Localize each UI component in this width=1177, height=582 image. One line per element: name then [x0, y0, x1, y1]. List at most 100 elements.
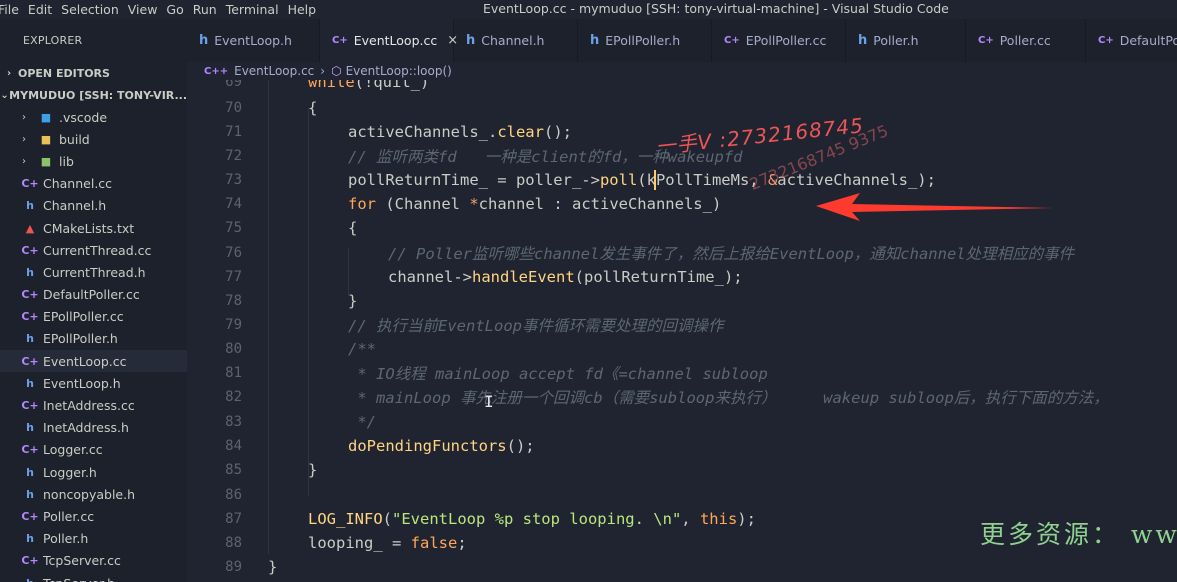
arrow-head	[816, 193, 1054, 221]
tab-label: EPollPoller.h	[605, 33, 681, 48]
line-number: 88	[225, 535, 242, 552]
menu-selection[interactable]: Selection	[61, 2, 128, 17]
mouse-ibeam-cursor-icon: I	[484, 392, 494, 411]
red-arrow-annotation	[816, 193, 1054, 221]
tree-item-currentthread-cc[interactable]: C+ CurrentThread.cc	[0, 239, 187, 261]
code-text: for (Channel *channel : activeChannels_)	[348, 195, 722, 214]
tree-item-vscode[interactable]: › ■ .vscode	[0, 106, 187, 128]
code-comment: /**	[348, 340, 376, 359]
code-text: }	[348, 292, 358, 311]
tree-item-inetaddress-cc[interactable]: C+ InetAddress.cc	[0, 394, 187, 416]
text-caret	[654, 170, 656, 190]
cpp-file-icon: C+	[21, 177, 39, 191]
header-file-icon: h	[590, 33, 600, 48]
workspace-section[interactable]: ⌄ MYMUDUO [SSH: TONY-VIR...	[0, 84, 187, 106]
header-file-icon: h	[466, 33, 476, 48]
tree-item-logger-cc[interactable]: C+ Logger.cc	[0, 439, 187, 461]
tree-item-eventloop-cc[interactable]: C+ EventLoop.cc	[0, 350, 187, 373]
tree-item-label: TcpServer.h	[43, 576, 115, 582]
tab-label: EventLoop.h	[214, 33, 292, 48]
tree-item-label: TcpServer.cc	[43, 553, 121, 569]
header-file-icon: h	[26, 332, 34, 346]
explorer-sidebar: EXPLORER › OPEN EDITORS ⌄ MYMUDUO [SSH: …	[0, 19, 187, 582]
window-title: EventLoop.cc - mymuduo [SSH: tony-virtua…	[483, 1, 949, 16]
watermark-resource: 更多资源： www	[980, 520, 1177, 549]
tree-item-build[interactable]: › ■ build	[0, 128, 187, 150]
file-tree: › ■ .vscode › ■ build › ■ lib C+ Channel.cc h Channe…	[0, 106, 187, 582]
tree-item-inetaddress-h[interactable]: h InetAddress.h	[0, 417, 187, 439]
tree-item-defaultpoller-cc[interactable]: C+ DefaultPoller.cc	[0, 284, 187, 306]
header-file-icon: h	[858, 33, 868, 48]
cpp-file-icon: C+	[21, 399, 39, 413]
tab-poller-h[interactable]: h Poller.h	[846, 19, 966, 62]
chevron-right-icon: ›	[22, 133, 26, 145]
menu-help[interactable]: Help	[288, 2, 326, 17]
chevron-right-icon: ›	[22, 111, 26, 123]
breadcrumb: C++ EventLoop.cc › ⬡ EventLoop::loop()	[187, 62, 1177, 80]
line-number: 77	[225, 269, 242, 286]
explorer-title: EXPLORER	[23, 34, 83, 47]
cpp-file-icon: C+	[21, 354, 39, 368]
menu-view[interactable]: View	[128, 2, 167, 17]
header-file-icon: h	[26, 376, 34, 390]
tab-epollpoller-h[interactable]: h EPollPoller.h	[578, 19, 712, 62]
tree-item-label: Logger.cc	[43, 442, 103, 458]
code-line: 78}	[187, 289, 1177, 313]
header-file-icon: h	[26, 421, 34, 435]
line-number: 80	[225, 341, 242, 358]
tree-item-currentthread-h[interactable]: h CurrentThread.h	[0, 261, 187, 283]
tab-epollpoller-cc[interactable]: C+ EPollPoller.cc	[712, 19, 846, 62]
breadcrumb-symbol[interactable]: EventLoop::loop()	[346, 64, 452, 78]
breadcrumb-separator: ›	[320, 64, 326, 78]
tree-item-tcpserver-cc[interactable]: C+ TcpServer.cc	[0, 550, 187, 572]
tree-item-noncopyable-h[interactable]: h noncopyable.h	[0, 483, 187, 505]
workspace-label: MYMUDUO [SSH: TONY-VIR...	[9, 88, 187, 102]
tree-item-eventloop-h[interactable]: h EventLoop.h	[0, 372, 187, 394]
tree-item-epollpoller-h[interactable]: h EPollPoller.h	[0, 328, 187, 350]
tab-eventloop-cc[interactable]: C+ EventLoop.cc ×	[320, 19, 458, 62]
tree-item-poller-h[interactable]: h Poller.h	[0, 528, 187, 550]
tab-label: Poller.cc	[999, 33, 1051, 48]
cmake-file-icon: ▲	[25, 221, 35, 235]
tree-item-label: build	[59, 131, 90, 147]
tab-defaultpo[interactable]: C+ DefaultPo	[1086, 19, 1177, 62]
code-line: 89}	[187, 555, 1177, 579]
header-file-icon: h	[26, 265, 34, 279]
tree-item-epollpoller-cc[interactable]: C+ EPollPoller.cc	[0, 306, 187, 328]
line-number: 71	[225, 124, 242, 141]
tree-item-lib[interactable]: › ■ lib	[0, 150, 187, 172]
breadcrumb-file[interactable]: EventLoop.cc	[234, 64, 314, 78]
tree-item-label: .vscode	[59, 109, 108, 125]
menu-terminal[interactable]: Terminal	[226, 2, 288, 17]
tree-item-logger-h[interactable]: h Logger.h	[0, 461, 187, 483]
menu-edit[interactable]: Edit	[28, 2, 61, 17]
header-file-icon: h	[26, 532, 34, 546]
code-line: 86	[187, 483, 1177, 507]
menu-file[interactable]: File	[0, 2, 28, 17]
tab-eventloop-h[interactable]: h EventLoop.h	[187, 19, 320, 62]
tab-label: EventLoop.cc	[353, 33, 438, 48]
tree-item-channel-cc[interactable]: C+ Channel.cc	[0, 173, 187, 195]
tab-poller-cc[interactable]: C+ Poller.cc	[966, 19, 1086, 62]
tree-item-channel-h[interactable]: h Channel.h	[0, 195, 187, 217]
line-number: 69	[225, 80, 242, 91]
cpp-file-icon: C+	[21, 554, 39, 568]
tab-channel-h[interactable]: h Channel.h	[454, 19, 578, 62]
method-cube-icon: ⬡	[331, 64, 342, 78]
code-text: while(!quit_)	[308, 80, 430, 92]
tree-item-cmakelists-txt[interactable]: ▲ CMakeLists.txt	[0, 217, 187, 239]
tab-label: EPollPoller.cc	[745, 33, 827, 48]
line-number: 82	[225, 389, 242, 406]
tree-item-poller-cc[interactable]: C+ Poller.cc	[0, 505, 187, 527]
tab-label: DefaultPo	[1119, 33, 1177, 48]
header-file-icon: h	[26, 199, 34, 213]
tree-item-label: Channel.cc	[43, 176, 113, 192]
menu-run[interactable]: Run	[193, 2, 226, 17]
tree-item-tcpserver-h[interactable]: hTcpServer.h	[0, 572, 187, 582]
tree-item-label: CurrentThread.cc	[43, 242, 152, 258]
tree-item-label: lib	[59, 153, 74, 169]
vscode-folder-icon: ■	[40, 110, 52, 124]
menu-go[interactable]: Go	[166, 2, 192, 17]
open-editors-section[interactable]: › OPEN EDITORS	[0, 62, 187, 84]
line-number: 86	[225, 487, 242, 504]
